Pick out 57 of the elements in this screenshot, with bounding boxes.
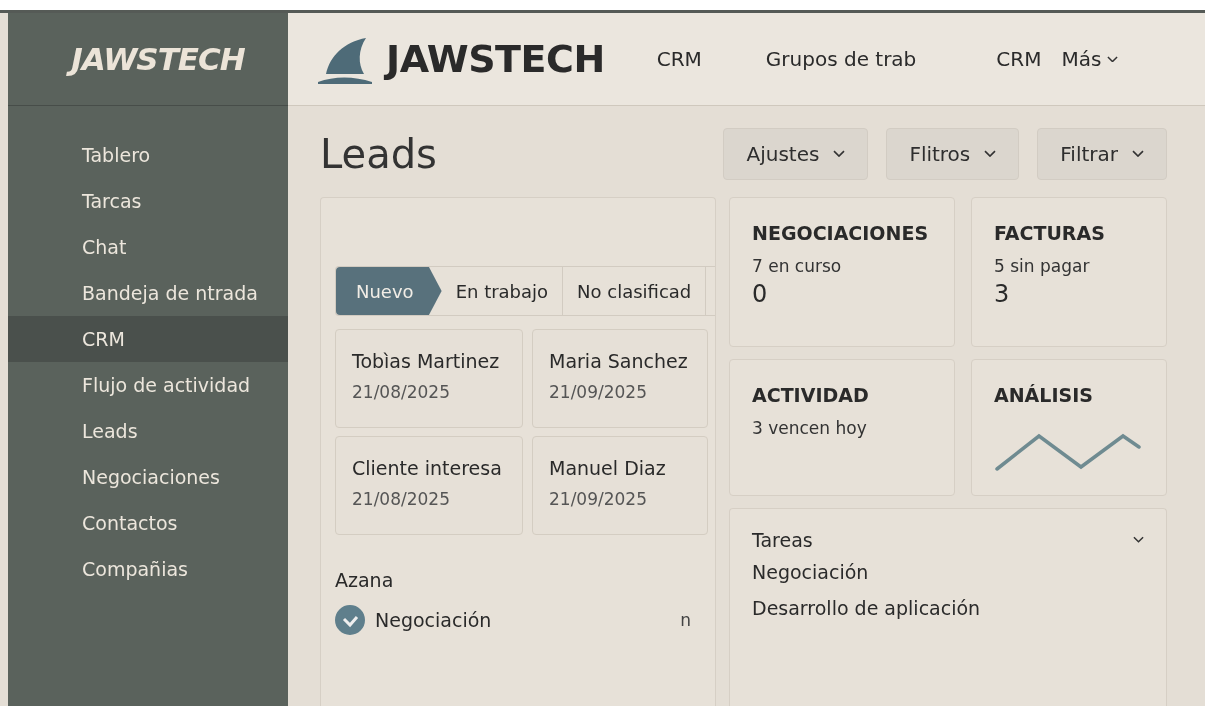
lead-name: Tobìas Martinez: [352, 350, 501, 372]
check-icon[interactable]: [335, 605, 365, 635]
chevron-down-icon: [984, 149, 997, 158]
sidebar-item[interactable]: Contactos: [8, 500, 288, 546]
lead-card[interactable]: Maria Sanchez 21/09/2025: [532, 329, 708, 428]
sidebar-item[interactable]: Leads: [8, 408, 288, 454]
tasks-title: Tareas: [752, 529, 813, 551]
nav-link[interactable]: CRM: [656, 47, 702, 71]
dropdown-button[interactable]: Filtrar: [1037, 127, 1167, 180]
lead-card[interactable]: Cliente interesa 21/08/2025: [335, 436, 523, 535]
lead-date: 21/08/2025: [352, 489, 451, 509]
lead-name: Manuel Diaz: [549, 457, 667, 479]
chevron-down-icon[interactable]: [1133, 536, 1144, 544]
task-item[interactable]: Negociación: [752, 561, 1144, 583]
lead-name: Maria Sanchez: [549, 350, 689, 372]
stage-tab[interactable]: No clasificad: [563, 267, 707, 315]
sidebar-item[interactable]: Tablero: [8, 132, 288, 178]
sidebar-item[interactable]: CRM: [8, 316, 288, 362]
dropdown-button[interactable]: Flitros: [886, 127, 1020, 180]
stage-tab[interactable]: En trabajo: [441, 267, 564, 315]
sparkline-icon: [994, 432, 1142, 472]
sidebar-item[interactable]: Tarcas: [8, 178, 288, 224]
stat-value: 0: [752, 280, 769, 308]
section-title: Azana: [335, 569, 395, 591]
stat-value: 3: [994, 280, 1011, 308]
nav-link[interactable]: Grupos de trab: [765, 47, 917, 71]
task-item[interactable]: Desarrollo de aplicación: [752, 597, 1144, 619]
lead-card[interactable]: Manuel Diaz 21/09/2025: [532, 436, 708, 535]
sidebar-item[interactable]: Compañias: [8, 546, 288, 592]
sidebar-item[interactable]: Bandeja de ntrada: [8, 270, 288, 316]
stat-subtitle: 3 vencen hoy: [752, 418, 868, 438]
stat-title: NEGOCIACIONES: [752, 222, 930, 244]
chevron-down-icon: [1107, 55, 1119, 63]
chevron-down-icon: [833, 149, 846, 158]
dropdown-button[interactable]: Ajustes: [723, 127, 869, 180]
nav-link[interactable]: CRM: [996, 47, 1042, 71]
stat-title: ACTIVIDAD: [752, 384, 870, 406]
lead-card[interactable]: Tobìas Martinez 21/08/2025: [335, 329, 523, 428]
lead-date: 21/08/2025: [352, 382, 451, 402]
stat-subtitle: 5 sin pagar: [994, 256, 1091, 276]
nav-link[interactable]: Más: [1061, 47, 1119, 71]
stage-tab[interactable]: Nuevo: [336, 267, 442, 315]
sidebar-item[interactable]: Chat: [8, 224, 288, 270]
stat-title: ANÁLISIS: [994, 384, 1094, 406]
task-note: n: [680, 610, 691, 630]
task-label: Negociación: [375, 609, 493, 631]
page-title: Leads: [320, 130, 438, 177]
stat-subtitle: 7 en curso: [752, 256, 843, 276]
chevron-down-icon: [1132, 149, 1144, 158]
sidebar-item[interactable]: Flujo de actividad: [8, 362, 288, 408]
lead-date: 21/09/2025: [549, 489, 648, 509]
lead-date: 21/09/2025: [549, 382, 648, 402]
brand-name: JAWSTECH: [386, 37, 605, 81]
lead-name: Cliente interesa: [352, 457, 503, 479]
sidebar-item[interactable]: Negociaciones: [8, 454, 288, 500]
sidebar-logo: JAWSTECH: [51, 41, 245, 77]
stat-title: FACTURAS: [994, 222, 1106, 244]
